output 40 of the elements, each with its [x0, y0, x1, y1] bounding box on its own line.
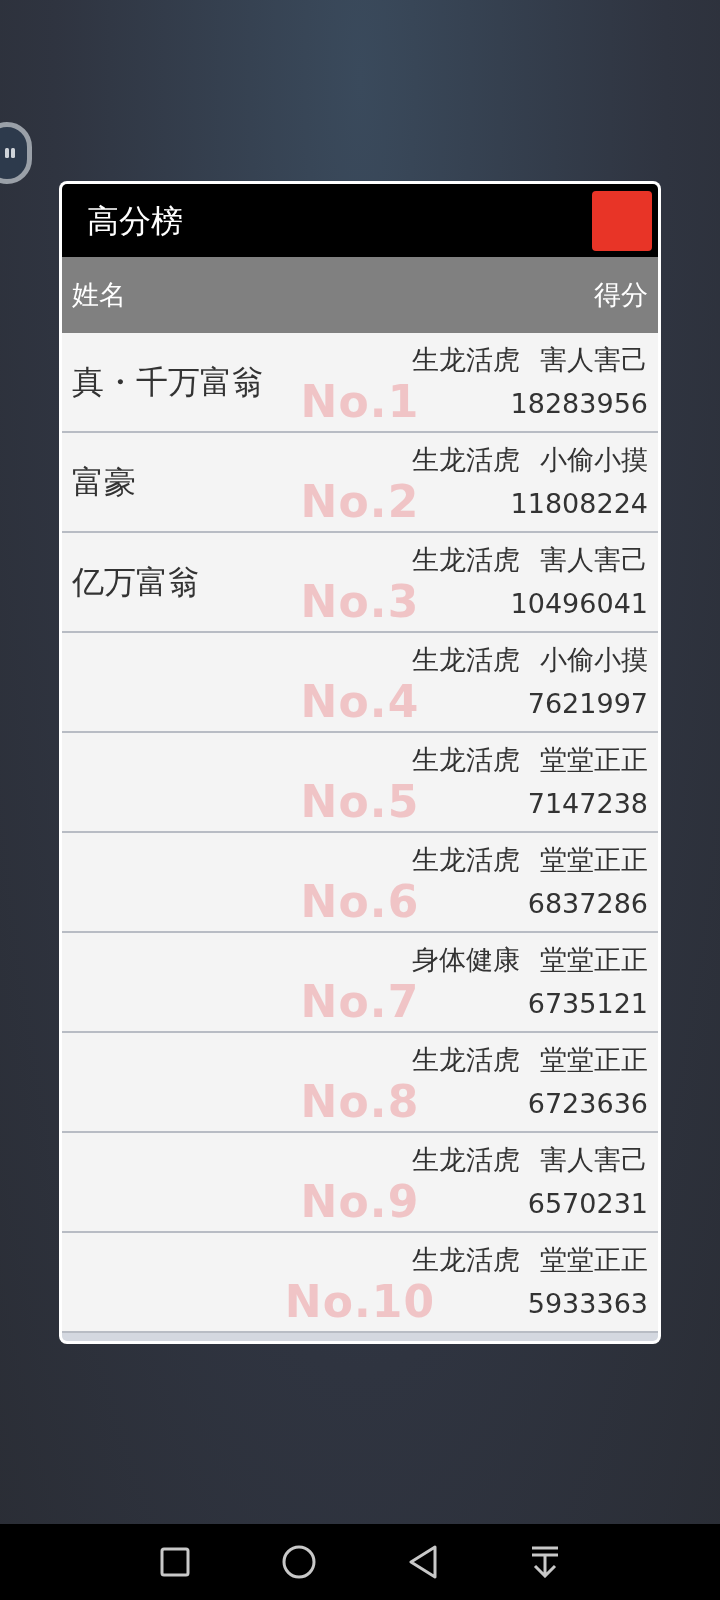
- column-header: 得分: [594, 277, 648, 312]
- score: 6735121: [527, 987, 648, 1021]
- status-tag: 堂堂正正: [540, 742, 648, 778]
- status-tag: 害人害己: [540, 342, 648, 378]
- player-name: 亿万富翁: [72, 562, 200, 603]
- status-tag: 生龙活虎: [412, 342, 520, 378]
- status-tag: 堂堂正正: [540, 1242, 648, 1278]
- column-header: 姓名: [72, 277, 126, 312]
- player-name: 真・千万富翁: [72, 362, 264, 403]
- status-tag: 生龙活虎: [412, 742, 520, 778]
- status-tag: 生龙活虎: [412, 1042, 520, 1078]
- status-tag: 身体健康: [412, 942, 520, 978]
- home-icon[interactable]: [282, 1545, 316, 1579]
- score: 6570231: [527, 1187, 648, 1221]
- score: 5933363: [527, 1287, 648, 1321]
- status-tag: 生龙活虎: [412, 1142, 520, 1178]
- recent-apps-icon[interactable]: [160, 1547, 190, 1577]
- status-tag: 堂堂正正: [540, 1042, 648, 1078]
- status-tag: 生龙活虎: [412, 442, 520, 478]
- status-tag: 生龙活虎: [412, 1242, 520, 1278]
- dialog-title: 高分榜: [87, 200, 183, 242]
- status-tag: 堂堂正正: [540, 942, 648, 978]
- player-name: 富豪: [72, 462, 136, 503]
- back-icon[interactable]: [408, 1545, 438, 1579]
- status-tag: 生龙活虎: [412, 842, 520, 878]
- score: 11808224: [510, 487, 648, 521]
- notification-pull-down-icon[interactable]: [530, 1546, 560, 1578]
- status-tag: 生龙活虎: [412, 642, 520, 678]
- score: 7147238: [527, 787, 648, 821]
- score: 6723636: [527, 1087, 648, 1121]
- status-tag: 害人害己: [540, 1142, 648, 1178]
- score: 7621997: [527, 687, 648, 721]
- score: 18283956: [510, 387, 648, 421]
- status-tag: 生龙活虎: [412, 542, 520, 578]
- status-tag: 害人害己: [540, 542, 648, 578]
- status-tag: 堂堂正正: [540, 842, 648, 878]
- score: 10496041: [510, 587, 648, 621]
- status-tag: 小偷小摸: [540, 642, 648, 678]
- score: 6837286: [527, 887, 648, 921]
- status-tag: 小偷小摸: [540, 442, 648, 478]
